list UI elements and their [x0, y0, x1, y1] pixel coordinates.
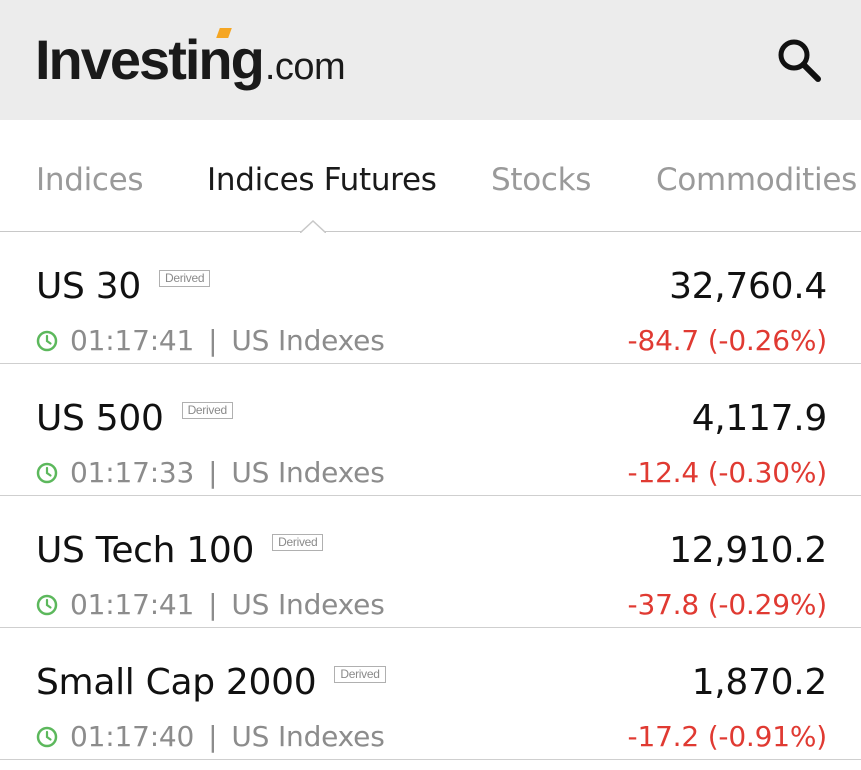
instrument-meta: 01:17:41 | US Indexes — [36, 324, 385, 357]
derived-badge: Derived — [334, 666, 386, 683]
instrument-meta: 01:17:41 | US Indexes — [36, 588, 385, 621]
clock-icon — [36, 330, 58, 351]
instrument-category: US Indexes — [231, 456, 385, 489]
tab-indices-futures[interactable]: Indices Futures — [207, 162, 437, 198]
app-root: Investing .com Indices Indices Futures S… — [0, 0, 861, 770]
logo-suffix-text: .com — [264, 45, 346, 88]
active-tab-pointer — [300, 219, 326, 233]
list-item[interactable]: Small Cap 2000 Derived 1,870.2 01:17:40 … — [0, 628, 861, 760]
instrument-category: US Indexes — [231, 324, 385, 357]
meta-separator: | — [208, 456, 218, 489]
derived-badge: Derived — [272, 534, 324, 551]
instrument-category: US Indexes — [231, 588, 385, 621]
tab-indices[interactable]: Indices — [36, 162, 144, 198]
instrument-price: 4,117.9 — [691, 398, 828, 439]
update-time: 01:17:40 — [70, 720, 195, 753]
list-item[interactable]: US 500 Derived 4,117.9 01:17:33 | US Ind… — [0, 364, 861, 496]
tab-stocks[interactable]: Stocks — [491, 162, 591, 198]
instrument-name-text: US 30 — [36, 266, 141, 307]
clock-icon — [36, 726, 58, 747]
search-icon — [778, 39, 821, 82]
instrument-price: 12,910.2 — [669, 530, 827, 571]
meta-separator: | — [208, 588, 218, 621]
instrument-name-text: Small Cap 2000 — [36, 662, 317, 703]
meta-separator: | — [208, 324, 218, 357]
update-time: 01:17:41 — [70, 588, 195, 621]
search-button[interactable] — [773, 34, 825, 86]
instrument-meta: 01:17:40 | US Indexes — [36, 720, 385, 753]
instrument-price: 1,870.2 — [691, 662, 828, 703]
price-change: -37.8 (-0.29%) — [627, 588, 828, 621]
instrument-meta: 01:17:33 | US Indexes — [36, 456, 385, 489]
instrument-name: Small Cap 2000 Derived — [36, 662, 386, 703]
instrument-name: US 500 Derived — [36, 398, 233, 439]
instrument-price: 32,760.4 — [669, 266, 827, 307]
top-bar: Investing .com — [0, 0, 861, 120]
instrument-name: US 30 Derived — [36, 266, 211, 307]
category-tabs: Indices Indices Futures Stocks Commoditi… — [0, 120, 861, 233]
price-change: -17.2 (-0.91%) — [627, 720, 828, 753]
instrument-name-text: US Tech 100 — [36, 530, 255, 571]
meta-separator: | — [208, 720, 218, 753]
price-change: -12.4 (-0.30%) — [627, 456, 828, 489]
tab-commodities[interactable]: Commodities — [656, 162, 857, 198]
clock-icon — [36, 462, 58, 483]
logo-main-text: Investing — [35, 27, 265, 91]
instrument-name: US Tech 100 Derived — [36, 530, 324, 571]
price-change: -84.7 (-0.26%) — [627, 324, 828, 357]
derived-badge: Derived — [181, 402, 233, 419]
list-item[interactable]: US 30 Derived 32,760.4 01:17:41 | US Ind… — [0, 232, 861, 364]
update-time: 01:17:41 — [70, 324, 195, 357]
instrument-category: US Indexes — [231, 720, 385, 753]
list-item[interactable]: US Tech 100 Derived 12,910.2 01:17:41 | … — [0, 496, 861, 628]
update-time: 01:17:33 — [70, 456, 195, 489]
derived-badge: Derived — [158, 270, 211, 287]
clock-icon — [36, 594, 58, 615]
instrument-name-text: US 500 — [36, 398, 164, 439]
investing-logo[interactable]: Investing .com — [35, 27, 346, 91]
